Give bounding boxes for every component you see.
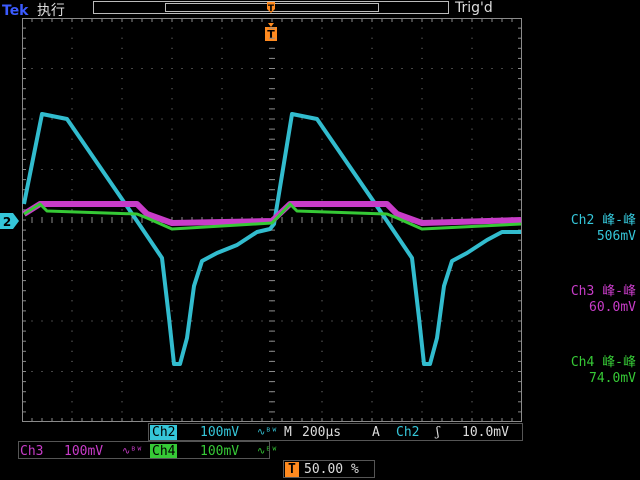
trigger-position-frame — [283, 460, 375, 478]
measurement-ch3[interactable]: Ch3 峰-峰 60.0mV — [571, 284, 636, 316]
ch2-ground-marker[interactable]: 2 — [0, 212, 20, 230]
brand-and-run-state: Tek 执行 — [2, 0, 65, 20]
top-status-bar: Tek 执行 Trig'd — [0, 0, 640, 20]
measurement-ch2-label: Ch2 峰-峰 — [570, 213, 636, 228]
measurement-ch2[interactable]: Ch2 峰-峰 506mV — [571, 213, 636, 245]
measurement-ch3-label: Ch3 峰-峰 — [570, 284, 636, 299]
measurement-ch4-value: 74.0mV — [589, 371, 636, 386]
measurement-ch4[interactable]: Ch4 峰-峰 74.0mV — [571, 355, 636, 387]
channel-status-frame — [18, 441, 270, 459]
trigger-top-label: T — [268, 4, 275, 14]
ch2-ground-label: 2 — [3, 215, 11, 229]
measurement-ch3-value: 60.0mV — [589, 300, 636, 315]
trigger-status: Trig'd — [455, 0, 493, 16]
measurement-ch2-value: 506mV — [596, 229, 636, 244]
ch2-waveform — [22, 112, 521, 366]
waveform-display[interactable] — [22, 18, 522, 422]
waveforms — [22, 112, 522, 366]
horizontal-trigger-frame — [148, 423, 523, 441]
measurement-ch4-label: Ch4 峰-峰 — [570, 355, 636, 370]
run-state: 执行 — [36, 3, 65, 19]
brand-logo: Tek — [2, 3, 29, 19]
